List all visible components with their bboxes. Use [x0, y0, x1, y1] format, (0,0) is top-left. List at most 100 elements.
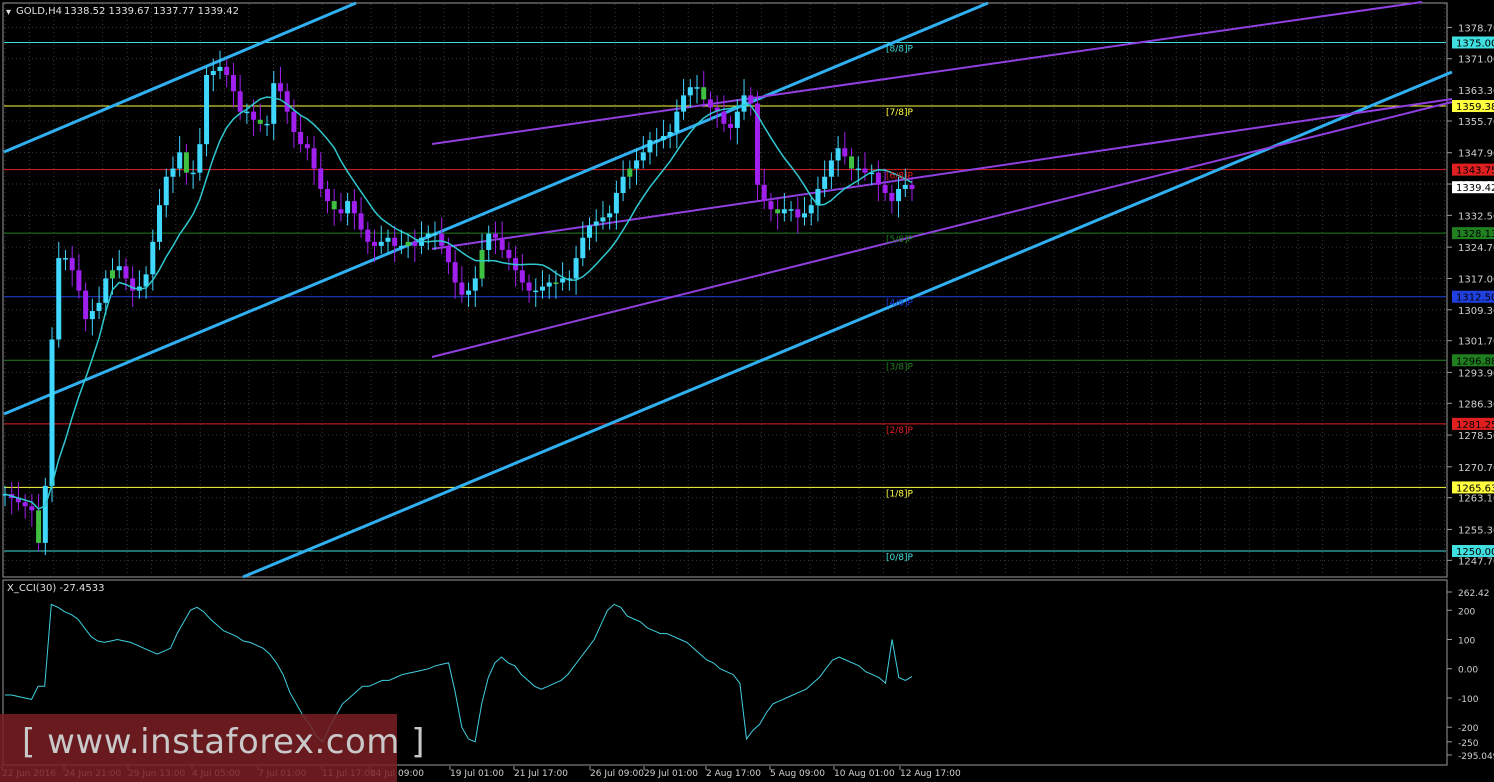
price-tick-label: 1255.30 [1458, 525, 1494, 536]
cci-tick-label: -200 [1458, 724, 1479, 734]
chevron-down-icon[interactable]: ▾ [6, 7, 11, 18]
price-tick-label: 1278.50 [1458, 431, 1494, 442]
cci-tick-label: 262.42 [1458, 589, 1490, 599]
candle-body [546, 282, 552, 287]
candle-body [177, 152, 183, 169]
time-tick-label: 26 Jul 09:00 [590, 769, 644, 779]
candle-body [707, 99, 713, 108]
candle-body [842, 148, 848, 157]
candle-body [385, 237, 391, 242]
candle-body [452, 262, 458, 283]
candle-body [89, 310, 95, 320]
price-tick-label: 1293.90 [1458, 368, 1494, 379]
candle-body [244, 111, 250, 114]
candle-body [109, 270, 115, 279]
candle-body [674, 111, 680, 132]
cci-tick-label: -250 [1458, 739, 1479, 749]
candle-body [694, 87, 700, 89]
candle-body [855, 168, 861, 171]
price-tick-label: 1363.30 [1458, 86, 1494, 97]
candle-body [802, 213, 808, 218]
watermark: [ www.instaforex.com ] [22, 722, 425, 762]
candle-body [896, 188, 902, 202]
candle-body [492, 233, 498, 238]
candle-body [311, 148, 317, 169]
candle-body [835, 148, 841, 161]
time-tick-label: 12 Aug 17:00 [900, 769, 961, 779]
candle-body [539, 286, 545, 291]
candle-body [486, 233, 492, 250]
candle-body [197, 144, 203, 173]
level-price-label: 1375.00 [1456, 38, 1494, 49]
candle-body [849, 156, 855, 169]
candle-body [358, 213, 364, 230]
candle-body [681, 95, 687, 112]
cci-tick-label: 100 [1458, 636, 1475, 646]
murrey-tag: [2/8]P [886, 426, 914, 436]
candle-body [271, 83, 277, 124]
cci-axis: 262.42 200 100 0.00 -100 -200 -250 -295.049 [1447, 589, 1494, 762]
level-price-label: 1312.50 [1456, 293, 1494, 304]
candle-body [432, 233, 438, 236]
price-tick-label: 1332.50 [1458, 211, 1494, 222]
candle-body [701, 87, 707, 100]
candle-body [781, 209, 787, 214]
price-axis: 1378.701371.001363.301355.701347.901340.… [1447, 23, 1494, 567]
current-price-label: 1339.42 [1456, 183, 1494, 194]
candle-body [331, 201, 337, 210]
main-chart-frame [2, 2, 1448, 578]
candle-body [230, 75, 236, 92]
candle-body [634, 160, 640, 169]
candle-body [42, 485, 48, 543]
candle-body [613, 192, 619, 214]
candle-body [103, 278, 109, 303]
price-tick-label: 1355.70 [1458, 117, 1494, 128]
candle-body [660, 136, 666, 141]
candle-body [439, 233, 445, 246]
cci-tick-label: -295.049 [1458, 752, 1494, 762]
murrey-tag: [6/8]P [886, 172, 914, 182]
candle-body [593, 221, 599, 226]
time-tick-label: 21 Jul 17:00 [514, 769, 568, 779]
candle-body [338, 209, 344, 214]
candle-body [217, 66, 223, 71]
candle-body [210, 70, 216, 76]
time-tick-label: 19 Jul 01:00 [450, 769, 504, 779]
candle-body [459, 282, 465, 295]
candle-body [237, 91, 243, 112]
cci-tick-label: -100 [1458, 695, 1479, 705]
symbol-label: GOLD,H4 [16, 6, 62, 17]
candle-body [116, 266, 122, 271]
candle-body [412, 241, 418, 246]
candle-body [580, 237, 586, 259]
candle-body [36, 510, 42, 543]
candle-body [96, 302, 102, 311]
candle-body [123, 266, 129, 279]
time-tick-label: 2 Aug 17:00 [706, 769, 761, 779]
murrey-tag: [3/8]P [886, 362, 914, 372]
candle-body [163, 176, 169, 206]
price-tick-label: 1270.70 [1458, 463, 1494, 474]
candle-body [183, 152, 189, 173]
price-tick-label: 1263.10 [1458, 494, 1494, 505]
candle-body [284, 91, 290, 112]
candle-body [647, 140, 653, 153]
candle-body [795, 209, 801, 218]
time-tick-label: 10 Aug 01:00 [834, 769, 895, 779]
candle-body [734, 111, 740, 128]
candle-body [304, 144, 310, 149]
candle-body [398, 245, 404, 248]
candle-body [533, 290, 539, 293]
candle-body [224, 66, 230, 76]
candle-body [298, 131, 304, 145]
candle-body [49, 339, 55, 486]
candle-body [882, 184, 888, 193]
candle-body [466, 290, 472, 295]
price-tick-label: 1247.70 [1458, 556, 1494, 567]
candle-body [667, 131, 673, 137]
candle-body [29, 506, 35, 511]
candle-body [351, 201, 357, 214]
candle-body [909, 184, 915, 189]
gold-h4-chart: 1378.701371.001363.301355.701347.901340.… [1, 1, 1494, 779]
candle-body [425, 233, 431, 238]
